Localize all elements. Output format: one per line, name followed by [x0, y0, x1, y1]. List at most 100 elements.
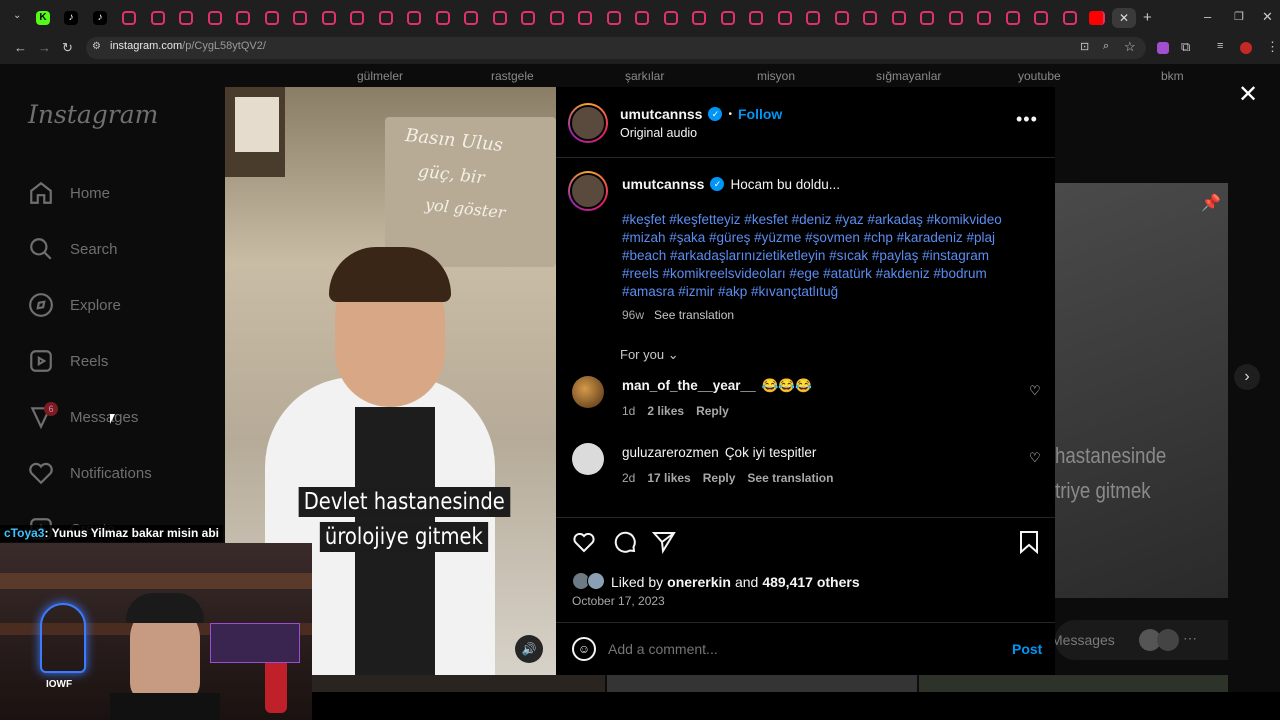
browser-menu-icon[interactable]: ⋮ — [1266, 39, 1279, 55]
instagram-tab-icon[interactable] — [1062, 11, 1077, 25]
see-translation-link[interactable]: See translation — [654, 308, 734, 322]
close-tab-icon[interactable]: ✕ — [1112, 8, 1136, 28]
extension-icon[interactable] — [1157, 42, 1169, 54]
instagram-tab-icon[interactable] — [207, 11, 222, 25]
back-icon[interactable]: ← — [14, 40, 27, 55]
hashtag-line[interactable]: #keşfet #keşfetteyiz #kesfet #deniz #yaz… — [622, 211, 1002, 229]
sidebar-item-reels[interactable]: Reels — [28, 345, 108, 377]
author-avatar[interactable] — [568, 103, 608, 143]
instagram-tab-icon[interactable] — [1034, 11, 1048, 25]
close-modal-icon[interactable]: ✕ — [1238, 80, 1258, 109]
commenter-avatar[interactable] — [572, 443, 604, 475]
bookmark-link[interactable]: şarkılar — [625, 69, 664, 83]
follow-button[interactable]: Follow — [738, 106, 782, 122]
see-translation-link[interactable]: See translation — [747, 471, 833, 485]
caption-username[interactable]: umutcannss — [622, 176, 704, 192]
instagram-tab-icon[interactable] — [435, 11, 450, 25]
background-post-thumbnail[interactable]: 📌 hastanesinde triye gitmek — [1055, 183, 1228, 598]
hashtag-line[interactable]: #beach #arkadaşlarınızietiketleyin #sıca… — [622, 247, 1002, 265]
instagram-tab-icon[interactable] — [663, 11, 678, 25]
more-options-icon[interactable]: ••• — [1016, 109, 1038, 130]
instagram-tab-icon[interactable] — [806, 11, 820, 25]
caption-avatar[interactable] — [568, 171, 608, 211]
bookmark-link[interactable]: youtube — [1018, 69, 1061, 83]
kick-tab-icon[interactable]: K — [36, 11, 50, 25]
instagram-logo[interactable]: Instagram — [28, 100, 158, 129]
extensions-puzzle-icon[interactable]: ⧉ — [1181, 39, 1190, 55]
bookmark-link[interactable]: sığmayanlar — [876, 69, 941, 83]
instagram-tab-icon[interactable] — [635, 11, 649, 25]
sound-toggle-icon[interactable]: 🔊 — [515, 635, 543, 663]
bookmark-star-icon[interactable]: ☆ — [1124, 39, 1136, 55]
comment-username[interactable]: guluzarerozmen — [622, 445, 719, 460]
reply-button[interactable]: Reply — [696, 404, 729, 418]
minimize-icon[interactable]: – — [1204, 9, 1211, 24]
instagram-tab-icon[interactable] — [150, 11, 165, 25]
instagram-tab-icon[interactable] — [179, 11, 193, 25]
bookmark-link[interactable]: gülmeler — [357, 69, 403, 83]
reload-icon[interactable]: ↻ — [62, 40, 73, 56]
instagram-tab-icon[interactable] — [977, 11, 991, 25]
reply-button[interactable]: Reply — [703, 471, 736, 485]
tiktok-tab-icon[interactable]: ♪ — [93, 11, 107, 25]
instagram-tab-icon[interactable] — [293, 11, 307, 25]
for-you-dropdown[interactable]: For you ⌄ — [620, 347, 679, 363]
sidebar-item-search[interactable]: Search — [28, 233, 118, 265]
instagram-tab-icon[interactable] — [321, 11, 336, 25]
liked-by-user[interactable]: onererkin — [667, 574, 731, 590]
instagram-tab-icon[interactable] — [350, 11, 364, 25]
comment-input[interactable] — [608, 639, 988, 659]
tiktok-tab-icon[interactable]: ♪ — [64, 11, 78, 25]
instagram-tab-icon[interactable] — [606, 11, 621, 25]
messages-dock[interactable]: Messages ⋯ — [1051, 620, 1228, 660]
comment-username[interactable]: man_of_the__year__ — [622, 378, 756, 394]
save-bookmark-icon[interactable] — [1018, 530, 1040, 554]
instagram-tab-icon[interactable] — [891, 11, 906, 25]
instagram-tab-icon[interactable] — [236, 11, 250, 25]
comment-likes[interactable]: 2 likes — [647, 404, 684, 418]
instagram-tab-icon[interactable] — [777, 11, 792, 25]
forward-icon[interactable]: → — [38, 40, 51, 55]
window-close-icon[interactable]: ✕ — [1262, 9, 1273, 25]
instagram-tab-icon[interactable] — [749, 11, 763, 25]
instagram-tab-icon[interactable] — [549, 11, 564, 25]
hashtag-line[interactable]: #reels #komikreelsvideoları #ege #atatür… — [622, 265, 1002, 283]
instagram-tab-icon[interactable] — [407, 11, 421, 25]
tab-search-chevron-icon[interactable]: ⌄ — [13, 10, 21, 21]
instagram-tab-icon[interactable] — [692, 11, 706, 25]
post-date[interactable]: October 17, 2023 — [572, 594, 665, 608]
like-heart-icon[interactable] — [572, 530, 596, 554]
hashtag-line[interactable]: #mizah #şaka #güreş #yüzme #şovmen #chp … — [622, 229, 1002, 247]
liked-by-others[interactable]: 489,417 others — [762, 574, 859, 590]
sidebar-item-explore[interactable]: Explore — [28, 289, 121, 321]
site-info-icon[interactable]: ⚙ — [92, 41, 101, 52]
grid-thumbnail[interactable] — [312, 675, 605, 692]
audio-link[interactable]: Original audio — [620, 126, 697, 140]
sidebar-item-home[interactable]: Home — [28, 177, 110, 209]
instagram-tab-icon[interactable] — [920, 11, 934, 25]
youtube-tab-icon[interactable] — [1089, 11, 1103, 25]
comment-like-heart-icon[interactable]: ♡ — [1029, 383, 1041, 399]
zoom-icon[interactable]: ⌕ — [1103, 40, 1109, 53]
instagram-tab-icon[interactable] — [521, 11, 535, 25]
profile-avatar-icon[interactable] — [1240, 42, 1252, 54]
instagram-tab-icon[interactable] — [378, 11, 393, 25]
instagram-tab-icon[interactable] — [834, 11, 849, 25]
grid-thumbnail[interactable] — [919, 675, 1228, 692]
sidebar-item-notifications[interactable]: Notifications — [28, 457, 152, 489]
emoji-picker-icon[interactable]: ☺ — [572, 637, 596, 661]
next-post-chevron-icon[interactable]: › — [1234, 364, 1260, 390]
bookmark-link[interactable]: rastgele — [491, 69, 534, 83]
instagram-tab-icon[interactable] — [492, 11, 507, 25]
instagram-tab-icon[interactable] — [1005, 11, 1020, 25]
grid-thumbnail[interactable] — [607, 675, 917, 692]
instagram-tab-icon[interactable] — [122, 11, 136, 25]
instagram-tab-icon[interactable] — [720, 11, 735, 25]
bookmark-link[interactable]: misyon — [757, 69, 795, 83]
comment-like-heart-icon[interactable]: ♡ — [1029, 450, 1041, 466]
share-paper-plane-icon[interactable] — [652, 530, 676, 554]
comment-likes[interactable]: 17 likes — [647, 471, 690, 485]
install-app-icon[interactable]: ⊡ — [1080, 40, 1089, 53]
instagram-tab-icon[interactable] — [863, 11, 877, 25]
instagram-tab-icon[interactable] — [578, 11, 592, 25]
